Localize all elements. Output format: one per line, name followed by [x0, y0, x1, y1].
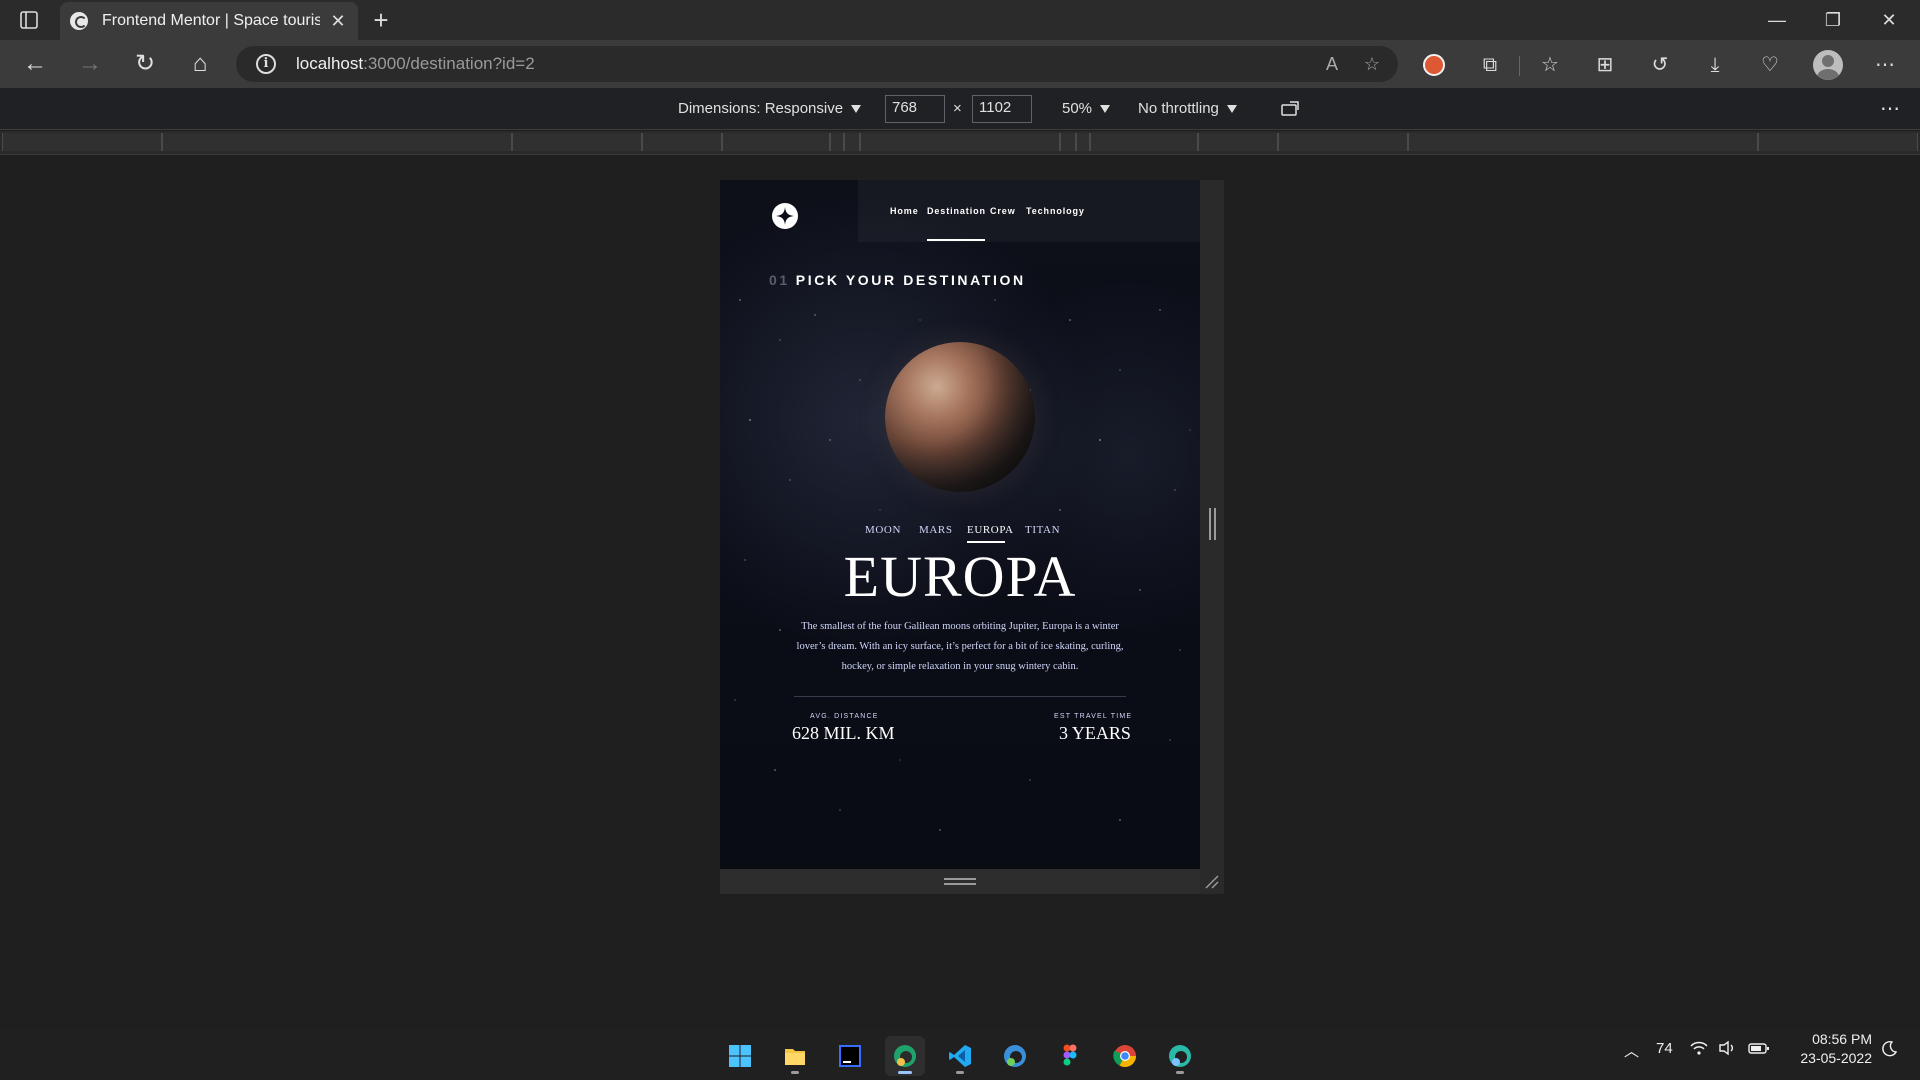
- tab-europa[interactable]: EUROPA: [967, 524, 1014, 536]
- tab-title: Frontend Mentor | Space tourism website: [102, 12, 320, 29]
- forward-button[interactable]: →: [75, 50, 105, 78]
- device-toolbar: Dimensions: Responsive 768 × 1102 50% No…: [0, 88, 1920, 130]
- chrome-icon: [1113, 1045, 1136, 1067]
- logo-icon[interactable]: [772, 203, 798, 229]
- distance-label: AVG. DISTANCE: [810, 713, 879, 720]
- heading-text: PICK YOUR DESTINATION: [795, 272, 1026, 288]
- edge-dev-icon: [1004, 1045, 1026, 1067]
- downloads-icon[interactable]: ⤓: [1702, 52, 1728, 78]
- zoom-dropdown[interactable]: 50%: [1062, 100, 1111, 117]
- profile-avatar[interactable]: [1813, 50, 1843, 80]
- heading-number: 01: [769, 272, 790, 288]
- dimension-separator: ×: [953, 100, 962, 117]
- close-window-button[interactable]: ✕: [1866, 8, 1912, 32]
- folder-icon: [785, 1049, 805, 1065]
- back-button[interactable]: ←: [20, 50, 50, 78]
- browser-toolbar: ← → ↻ ⌂ i localhost:3000/destination?id=…: [0, 40, 1920, 88]
- stats-divider: [794, 696, 1126, 697]
- rotate-icon[interactable]: [1280, 100, 1302, 118]
- read-aloud-icon[interactable]: A: [1320, 52, 1344, 76]
- battery-icon[interactable]: [1748, 1040, 1770, 1060]
- new-tab-button[interactable]: +: [368, 6, 394, 34]
- figma-button[interactable]: [1050, 1036, 1090, 1076]
- chevron-down-icon: [851, 105, 862, 114]
- site-info-icon[interactable]: i: [256, 54, 276, 74]
- extensions-icon[interactable]: ⧉: [1477, 52, 1503, 78]
- chevron-down-icon: [1226, 105, 1237, 114]
- browser-tab-active[interactable]: Frontend Mentor | Space tourism website …: [60, 2, 358, 40]
- volume-icon[interactable]: [1718, 1040, 1736, 1060]
- wifi-icon[interactable]: [1690, 1040, 1708, 1060]
- emulated-viewport: Home Destination Crew Technology 01 PICK …: [720, 180, 1224, 894]
- url-text[interactable]: localhost:3000/destination?id=2: [296, 54, 535, 74]
- start-button[interactable]: [720, 1036, 760, 1076]
- toolbar-separator: [1519, 56, 1520, 76]
- browser-essentials-icon[interactable]: ♡: [1757, 52, 1783, 78]
- duckduckgo-extension-icon[interactable]: [1423, 54, 1445, 76]
- file-explorer-button[interactable]: [775, 1036, 815, 1076]
- add-favorite-icon[interactable]: ☆: [1360, 52, 1384, 76]
- clock-time: 08:56 PM: [1812, 1031, 1872, 1047]
- intellij-button[interactable]: [830, 1036, 870, 1076]
- show-hidden-icons-icon[interactable]: ︿: [1624, 1040, 1639, 1061]
- edge-beta-button[interactable]: [1160, 1036, 1200, 1076]
- collections-icon[interactable]: ⊞: [1592, 52, 1618, 78]
- edge-canary-button[interactable]: [885, 1036, 925, 1076]
- viewport-height-input[interactable]: 1102: [972, 95, 1032, 123]
- viewport-width-input[interactable]: 768: [885, 95, 945, 123]
- dimensions-dropdown[interactable]: Dimensions: Responsive: [678, 100, 862, 117]
- tab-titan[interactable]: TITAN: [1025, 524, 1060, 536]
- settings-more-icon[interactable]: ⋯: [1872, 52, 1898, 78]
- address-bar[interactable]: i localhost:3000/destination?id=2 A ☆: [236, 46, 1398, 82]
- device-more-icon[interactable]: ⋯: [1880, 96, 1900, 121]
- planet-shading: [885, 342, 1035, 492]
- nav-link-technology[interactable]: Technology: [1026, 206, 1085, 216]
- travel-time-label: EST TRAVEL TIME: [1054, 713, 1133, 720]
- history-icon[interactable]: ↺: [1647, 52, 1673, 78]
- tab-moon[interactable]: MOON: [865, 524, 901, 536]
- primary-navigation: Home Destination Crew Technology: [858, 180, 1200, 242]
- page-heading: 01 PICK YOUR DESTINATION: [769, 272, 1026, 288]
- distance-value: 628 MIL. KM: [792, 723, 895, 743]
- home-button[interactable]: ⌂: [185, 50, 215, 78]
- destination-title: EUROPA: [843, 544, 1077, 609]
- media-query-bar[interactable]: [0, 131, 1920, 155]
- chevron-down-icon: [1100, 105, 1111, 114]
- favorites-icon[interactable]: ☆: [1537, 52, 1563, 78]
- favicon-icon: [70, 12, 88, 30]
- nav-link-crew[interactable]: Crew: [990, 206, 1016, 216]
- refresh-button[interactable]: ↻: [130, 50, 160, 78]
- clock-date: 23-05-2022: [1800, 1050, 1872, 1066]
- figma-icon: [1063, 1044, 1077, 1066]
- space-tourism-page: Home Destination Crew Technology 01 PICK …: [720, 180, 1200, 869]
- edge-dev-button[interactable]: [995, 1036, 1035, 1076]
- nav-link-home[interactable]: Home: [890, 206, 919, 216]
- vscode-button[interactable]: [940, 1036, 980, 1076]
- restore-button[interactable]: ❐: [1810, 8, 1856, 32]
- nav-link-destination[interactable]: Destination: [927, 206, 986, 216]
- destination-description: The smallest of the four Galilean moons …: [796, 621, 1124, 672]
- vscode-icon: [949, 1045, 971, 1067]
- minimize-button[interactable]: —: [1754, 8, 1800, 32]
- viewport-resize-right-handle[interactable]: [1200, 180, 1224, 894]
- tray-count[interactable]: 74: [1656, 1040, 1673, 1057]
- system-clock[interactable]: 08:56 PM 23-05-2022: [1788, 1030, 1872, 1068]
- edge-canary-icon: [894, 1045, 916, 1067]
- focus-assist-icon[interactable]: [1880, 1040, 1898, 1062]
- resize-corner-icon[interactable]: [1204, 874, 1220, 890]
- windows-logo-icon: [729, 1045, 751, 1067]
- tab-mars[interactable]: MARS: [919, 524, 953, 536]
- close-tab-icon[interactable]: ✕: [328, 11, 348, 32]
- edge-beta-icon: [1169, 1045, 1191, 1067]
- browser-titlebar: Frontend Mentor | Space tourism website …: [0, 0, 1920, 40]
- tab-actions-icon[interactable]: [18, 9, 40, 31]
- chrome-button[interactable]: [1105, 1036, 1145, 1076]
- throttling-dropdown[interactable]: No throttling: [1138, 100, 1237, 117]
- nav-active-indicator: [927, 239, 985, 241]
- viewport-resize-bottom-handle[interactable]: [720, 869, 1200, 894]
- intellij-icon: [839, 1045, 861, 1067]
- travel-time-value: 3 YEARS: [1059, 723, 1131, 743]
